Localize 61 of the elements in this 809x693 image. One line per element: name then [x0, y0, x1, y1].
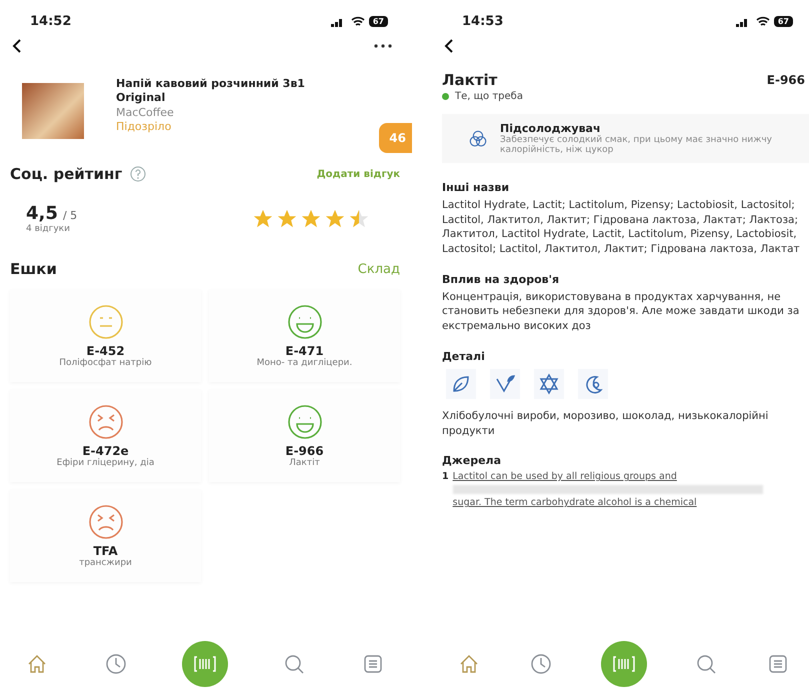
- additive-code: E-966: [766, 73, 805, 87]
- scan-button[interactable]: [182, 641, 228, 687]
- barcode-icon: [193, 655, 217, 673]
- status-time: 14:52: [30, 14, 72, 29]
- additive-card[interactable]: E-452 Поліфосфат натрію: [10, 290, 201, 382]
- source-link[interactable]: Lactitol can be used by all religious groups and: [452, 471, 763, 482]
- rating-max: / 5: [62, 209, 78, 222]
- other-names-text: Lactitol Hydrate, Lactit; Lactitolum, Pizensy; Lactobiosit, Lactositol; Lactitol, Лактитол, Лактит; Гідрована лактоза, Лактат; Лактоза; Лактитол, Lactitol Hydrate, Lactit, Lactitolum, Pizensy, Lactobiosit, Lactositol; Lactitol, Лактитол, Лактит; Гідрована лактоза, Лактат: [442, 198, 801, 257]
- help-icon[interactable]: [130, 166, 146, 182]
- star-icon: [348, 208, 370, 230]
- additive-card[interactable]: E-471 Моно- та дигліцери.: [209, 290, 400, 382]
- star-icon: [276, 208, 298, 230]
- function-description: Забезпечує солодкий смак, при цьому має значно нижчу калорійність, ніж цукор: [500, 135, 773, 155]
- section-title: Ешки: [10, 260, 57, 278]
- more-icon[interactable]: [372, 42, 394, 50]
- crescent-icon: [578, 368, 608, 399]
- barcode-icon: [612, 655, 636, 673]
- source-number: 1: [442, 471, 449, 484]
- score-badge: 46: [379, 123, 412, 153]
- product-category: Підозріло: [116, 120, 172, 134]
- wifi-icon: [756, 16, 770, 27]
- leaf-icon: [446, 368, 476, 399]
- additive-card[interactable]: E-966 Лактіт: [209, 390, 400, 482]
- review-count: 4 відгуки: [26, 224, 71, 234]
- additive-card[interactable]: E-472e Ефіри гліцерину, діа: [10, 390, 201, 482]
- additive-code: TFA: [93, 544, 118, 558]
- section-title: Деталі: [442, 350, 486, 363]
- wifi-icon: [350, 16, 365, 27]
- rating-score: 4,5: [26, 203, 58, 224]
- additive-name: Ефіри гліцерину, діа: [56, 458, 154, 468]
- section-title: Інші назви: [442, 181, 510, 194]
- additive-title: Лактіт: [442, 71, 498, 89]
- section-title: Вплив на здоров'я: [442, 272, 560, 286]
- star-icon: [252, 208, 274, 230]
- additive-code: E-472e: [82, 444, 129, 458]
- star-icon: [300, 208, 322, 230]
- additive-name: Моно- та дигліцери.: [256, 358, 352, 368]
- status-time: 14:53: [462, 14, 504, 29]
- additive-name: трансжири: [79, 558, 132, 568]
- details-text: Хлібобулочні вироби, морозиво, шоколад, низькокалорійні продукти: [442, 408, 770, 438]
- verdict-label: Те, що треба: [455, 91, 523, 102]
- additive-name: Лактіт: [289, 458, 320, 468]
- photo-placeholder: [22, 83, 84, 139]
- section-title: Соц. рейтинг: [10, 165, 122, 183]
- star-of-david-icon: [534, 368, 564, 399]
- additive-code: E-966: [285, 444, 324, 458]
- additive-card[interactable]: TFA трансжири: [10, 490, 201, 582]
- function-name: Підсолоджувач: [500, 122, 602, 135]
- additive-code: E-471: [285, 344, 324, 358]
- product-brand: MacCoffee: [116, 106, 175, 120]
- battery-level: 67: [368, 16, 388, 27]
- additive-code: E-452: [86, 344, 125, 358]
- battery-level: 67: [774, 16, 793, 27]
- star-icon: [324, 208, 346, 230]
- health-text: Концентрація, використовувана в продуктах харчування, не становить небезпеки для здоров'я. Але може завдати шкоди за екстремально високих доз: [442, 290, 800, 334]
- sprout-icon: [490, 368, 520, 399]
- product-title: Напій кавовий розчинний 3в1 Original: [116, 77, 306, 106]
- source-link[interactable]: sugar. The term carbohydrate alcohol is a chemical: [452, 497, 763, 508]
- additive-name: Поліфосфат натрію: [59, 358, 152, 368]
- section-title: Джерела: [442, 454, 502, 468]
- scan-button[interactable]: [600, 641, 646, 687]
